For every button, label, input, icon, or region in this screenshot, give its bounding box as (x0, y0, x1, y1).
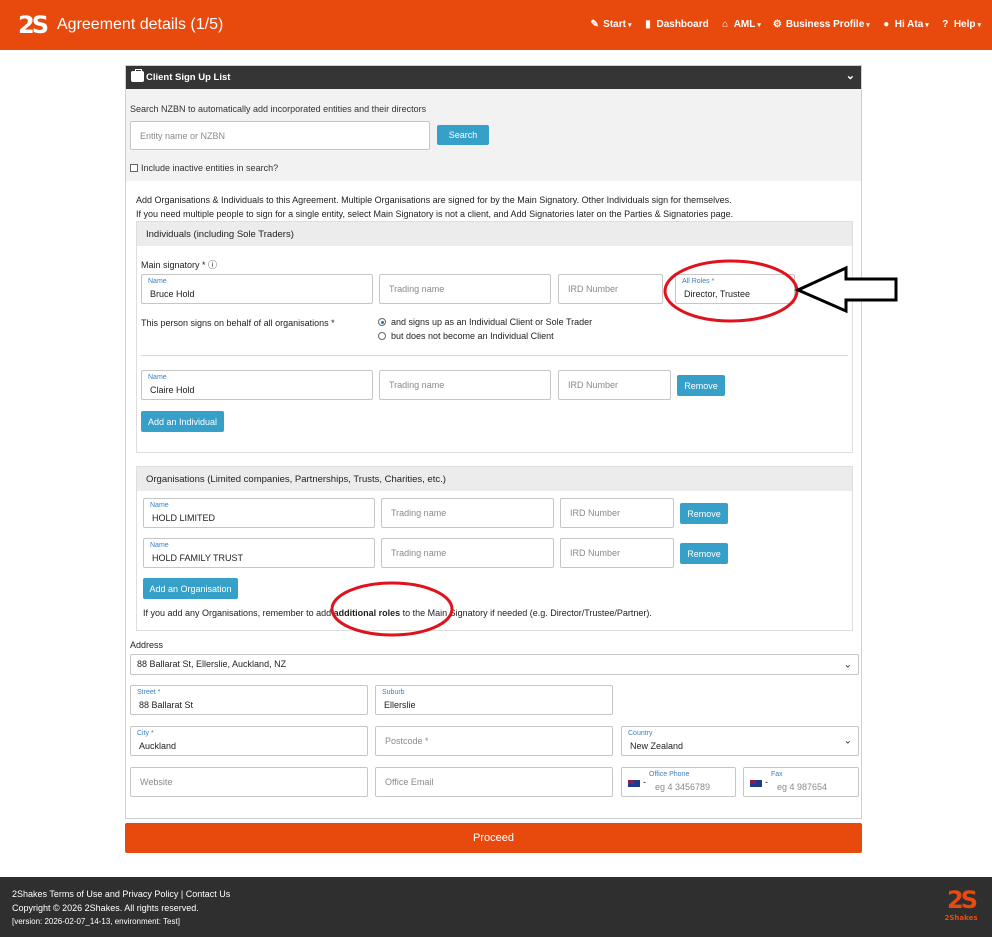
annotation-overlay (330, 259, 898, 637)
additional-roles-highlight-oval (330, 581, 454, 637)
footer-links[interactable]: 2Shakes Terms of Use and Privacy Policy … (12, 889, 230, 899)
footer-logo-text: 2Shakes (944, 914, 978, 922)
left-arrow-icon (794, 265, 898, 314)
proceed-button[interactable]: Proceed (125, 823, 862, 853)
roles-highlight-oval (663, 259, 799, 323)
footer-version: [version: 2026-02-07_14-13, environment:… (12, 917, 180, 926)
footer: 2Shakes Terms of Use and Privacy Policy … (0, 877, 992, 937)
footer-logo-mark: 2S (947, 886, 978, 914)
footer-copyright: Copyright © 2026 2Shakes. All rights res… (12, 903, 199, 913)
footer-logo: 2S 2Shakes (944, 886, 978, 926)
